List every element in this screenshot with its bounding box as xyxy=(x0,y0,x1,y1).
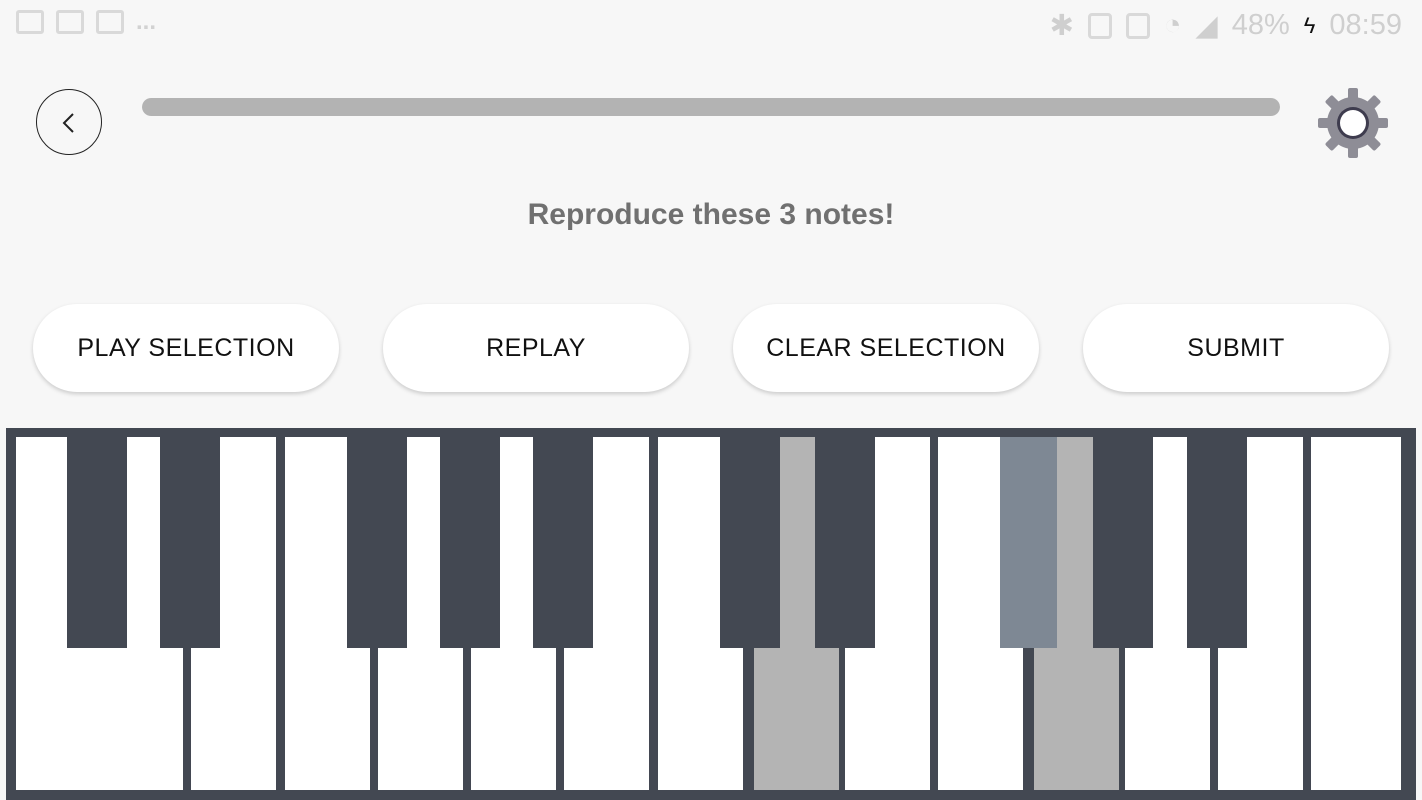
mail-icon xyxy=(96,10,124,34)
action-buttons: PLAY SELECTION REPLAY CLEAR SELECTION SU… xyxy=(0,304,1422,394)
black-key[interactable] xyxy=(67,437,127,648)
piano-keyboard xyxy=(6,428,1416,800)
status-bar: ... ✱ ◔ ◢ 48% ϟ 08:59 xyxy=(0,0,1422,54)
notification-icons: ... xyxy=(16,10,156,34)
clock: 08:59 xyxy=(1329,9,1402,41)
wifi-icon: ◔ xyxy=(1163,9,1182,41)
nfc-icon xyxy=(1087,12,1112,39)
back-button[interactable] xyxy=(36,89,102,155)
gmail-icon xyxy=(56,10,84,34)
black-key[interactable] xyxy=(1093,437,1153,648)
black-key[interactable] xyxy=(815,437,875,648)
black-key[interactable] xyxy=(440,437,500,648)
black-key[interactable] xyxy=(347,437,407,648)
white-key[interactable] xyxy=(1311,437,1401,790)
progress-bar xyxy=(142,98,1280,116)
settings-button[interactable] xyxy=(1318,88,1388,158)
black-key[interactable] xyxy=(1187,437,1247,648)
bluetooth-icon: ✱ xyxy=(1049,10,1074,42)
black-key[interactable] xyxy=(720,437,780,648)
gear-icon xyxy=(1318,88,1388,158)
chevron-left-icon xyxy=(62,113,74,133)
submit-button[interactable]: SUBMIT xyxy=(1083,304,1389,392)
progress-fill xyxy=(142,98,1280,116)
instruction-text: Reproduce these 3 notes! xyxy=(527,198,895,231)
black-key[interactable] xyxy=(160,437,220,648)
more-notifications-icon: ... xyxy=(136,8,157,35)
gallery-icon xyxy=(16,10,44,34)
charging-icon: ϟ xyxy=(1303,12,1316,38)
black-key[interactable] xyxy=(533,437,593,648)
black-key[interactable] xyxy=(1000,437,1057,648)
replay-button[interactable]: REPLAY xyxy=(383,304,689,392)
battery-percent: 48% xyxy=(1231,9,1290,41)
play-selection-button[interactable]: PLAY SELECTION xyxy=(33,304,339,392)
lte-icon xyxy=(1125,12,1150,39)
clear-selection-button[interactable]: CLEAR SELECTION xyxy=(733,304,1039,392)
signal-icon: ◢ xyxy=(1195,10,1218,42)
system-icons: ✱ ◔ ◢ 48% ϟ 08:59 xyxy=(1050,8,1402,43)
